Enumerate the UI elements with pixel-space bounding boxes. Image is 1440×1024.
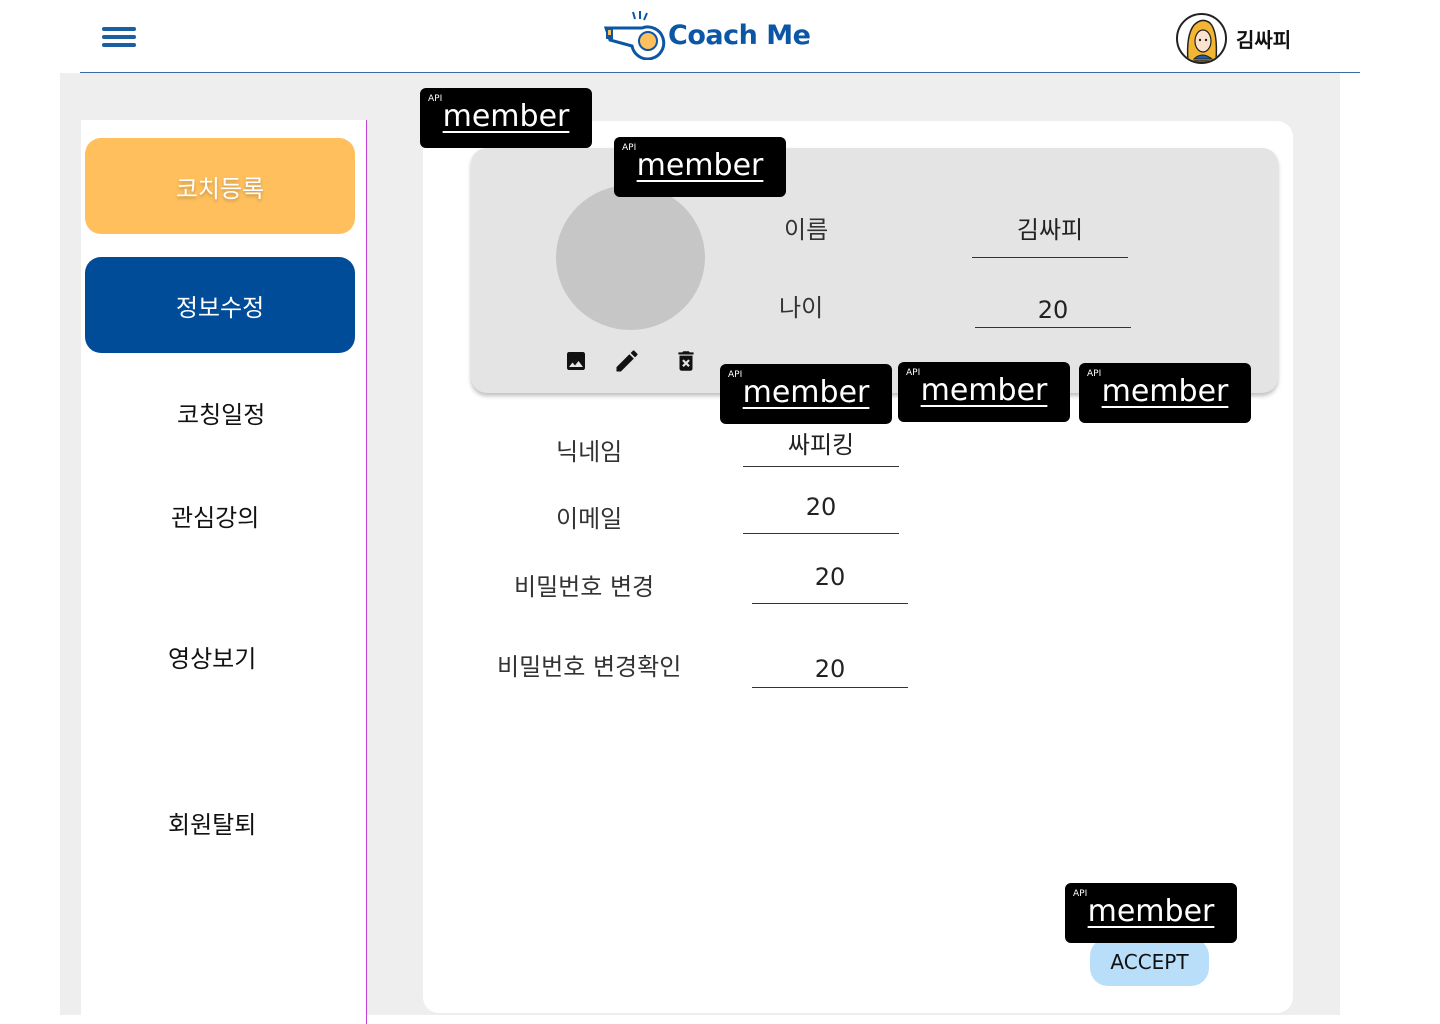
name-underline [972,257,1128,258]
email-input[interactable]: 20 [743,493,899,521]
email-label: 이메일 [556,505,623,533]
password-label: 비밀번호 변경 [514,573,655,601]
api-tag-text: member [742,375,870,410]
password-confirm-underline [752,687,908,688]
sidebar-item-withdraw[interactable]: 회원탈퇴 [168,805,256,840]
nickname-label: 닉네임 [556,438,623,466]
sidebar-item-coach-register[interactable]: 코치등록 [85,138,355,234]
api-tag: API member [420,88,592,148]
api-tag: API member [1065,883,1237,943]
sidebar-item-coaching-schedule[interactable]: 코칭일정 [177,395,265,430]
delete-icon[interactable] [672,345,700,377]
password-confirm-input[interactable]: 20 [752,655,908,683]
hamburger-menu-icon[interactable] [102,27,136,49]
api-tag-text: member [920,373,1048,408]
email-underline [743,533,899,534]
api-tag-text: member [442,99,570,134]
user-name: 김싸피 [1236,28,1292,52]
nickname-underline [743,466,899,467]
api-tag: API member [898,362,1070,422]
avatar[interactable] [1176,13,1227,64]
edit-pencil-icon[interactable] [613,345,641,377]
sidebar-divider [366,120,367,1024]
api-tag: API member [720,364,892,424]
logo-text: Coach Me [668,19,811,51]
api-tag-text: member [1101,374,1229,409]
api-tag-text: member [636,148,764,183]
api-tag: API member [1079,363,1251,423]
image-icon[interactable] [562,345,590,377]
api-tag: API member [614,137,786,197]
name-label: 이름 [784,216,829,244]
user-profile[interactable]: 김싸피 [1176,13,1291,64]
nickname-input[interactable]: 싸피킹 [743,425,899,460]
age-underline [975,327,1131,328]
whistle-icon [604,11,666,60]
logo[interactable]: Coach Me [604,10,811,60]
sidebar [81,120,366,1024]
password-underline [752,603,908,604]
password-input[interactable]: 20 [752,563,908,591]
profile-photo[interactable] [556,185,705,330]
sidebar-item-watch-videos[interactable]: 영상보기 [168,639,256,674]
age-value[interactable]: 20 [975,296,1131,324]
api-tag-text: member [1087,894,1215,929]
sidebar-item-edit-info[interactable]: 정보수정 [85,257,355,353]
name-value: 김싸피 [1016,216,1084,244]
password-confirm-label: 비밀번호 변경확인 [497,653,682,681]
accept-button[interactable]: ACCEPT [1090,938,1209,986]
sidebar-item-favorite-lectures[interactable]: 관심강의 [171,498,259,533]
age-label: 나이 [779,294,824,322]
